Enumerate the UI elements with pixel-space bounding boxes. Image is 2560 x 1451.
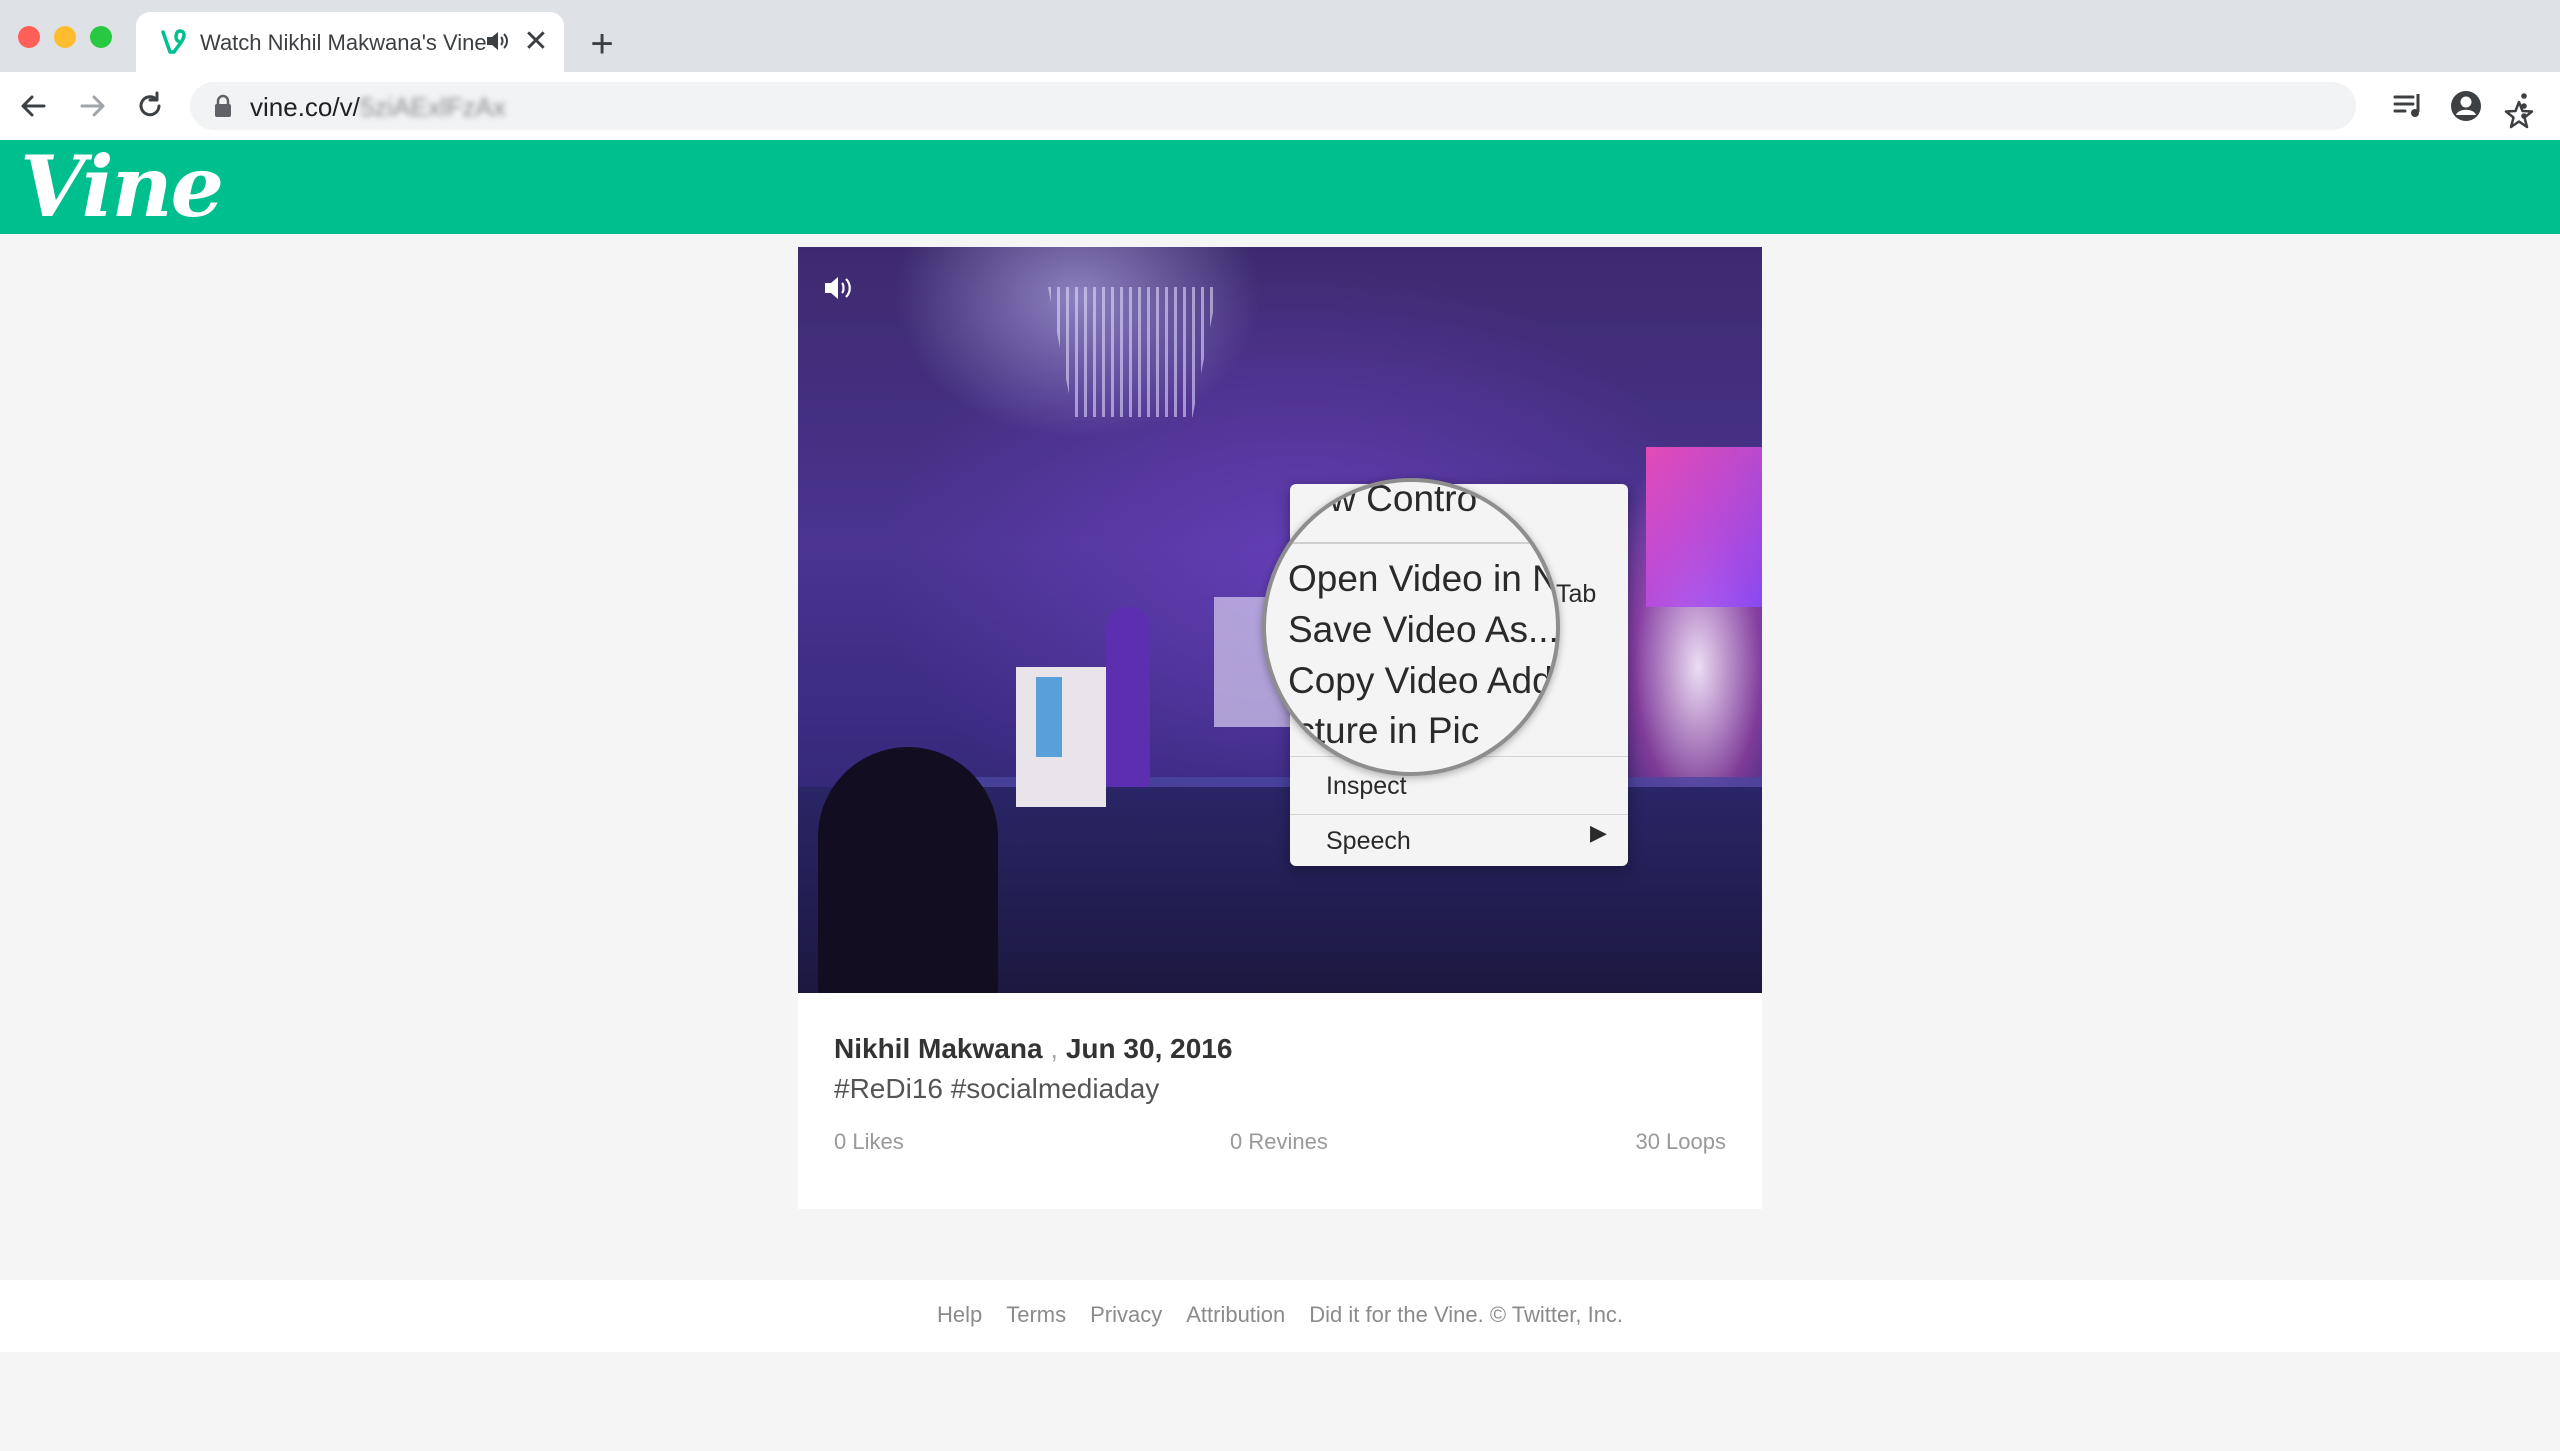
media-queue-icon[interactable]	[2390, 88, 2426, 124]
post-date: Jun 30, 2016	[1065, 1033, 1233, 1064]
url-redacted-id: 5ziAExlFzAx	[359, 92, 506, 122]
footer-link-privacy[interactable]: Privacy	[1090, 1302, 1162, 1327]
footer-credit: Did it for the Vine. © Twitter, Inc.	[1309, 1302, 1624, 1327]
author-name[interactable]: Nikhil Makwana	[834, 1033, 1043, 1064]
video-scene-podium-sign	[1036, 677, 1062, 757]
vine-logo[interactable]: Vine	[20, 140, 224, 234]
back-arrow-icon[interactable]	[16, 88, 52, 124]
menu-separator	[1290, 814, 1628, 815]
more-menu-icon[interactable]	[2506, 88, 2542, 124]
forward-arrow-icon[interactable]	[74, 88, 110, 124]
browser-tab[interactable]: Watch Nikhil Makwana's Vine ✕	[136, 12, 564, 72]
menu-item-show-controls[interactable]: how Contro	[1288, 482, 1477, 520]
footer-links: Help Terms Privacy Attribution Did it for th…	[0, 1302, 2560, 1328]
tab-title: Watch Nikhil Makwana's Vine	[200, 30, 487, 55]
zoom-window-button[interactable]	[90, 26, 112, 48]
revines-count[interactable]: 0 Revines	[1230, 1129, 1328, 1155]
menu-item-picture-in-picture[interactable]: icture in Pic	[1288, 710, 1479, 752]
menu-item-open-video-new-tab[interactable]: Open Video in N	[1288, 558, 1556, 600]
footer-link-attribution[interactable]: Attribution	[1186, 1302, 1285, 1327]
video-scene-chandelier	[1048, 287, 1218, 417]
menu-item-save-video-as[interactable]: Save Video As...	[1288, 609, 1556, 651]
speaker-icon[interactable]	[484, 28, 510, 54]
address-bar[interactable]: vine.co/v/5ziAExlFzAx	[190, 82, 2534, 130]
close-window-button[interactable]	[18, 26, 40, 48]
url-text: vine.co/v/5ziAExlFzAx	[250, 92, 506, 123]
video-scene-speaker	[1106, 607, 1150, 787]
minimize-window-button[interactable]	[54, 26, 76, 48]
close-tab-icon[interactable]: ✕	[520, 26, 552, 58]
menu-item-open-new-tab-fragment[interactable]: Tab	[1556, 580, 1596, 609]
reload-icon[interactable]	[132, 88, 168, 124]
magnifier-overlay: how Contro Open Video in N Save Video As…	[1262, 478, 1560, 776]
footer-link-terms[interactable]: Terms	[1006, 1302, 1066, 1327]
loops-count: 30 Loops	[1635, 1129, 1726, 1154]
post-caption[interactable]: #ReDi16 #socialmediaday	[834, 1073, 1159, 1105]
menu-item-inspect[interactable]: Inspect	[1326, 772, 1407, 801]
menu-item-speech[interactable]: Speech	[1326, 827, 1411, 856]
byline-separator: ,	[1042, 1033, 1066, 1064]
volume-icon[interactable]	[822, 273, 856, 303]
submenu-arrow-icon: ▶	[1590, 820, 1607, 845]
profile-avatar-icon[interactable]	[2448, 88, 2484, 124]
lock-icon[interactable]	[212, 94, 234, 118]
footer-link-help[interactable]: Help	[937, 1302, 982, 1327]
site-header: Vine	[0, 140, 2560, 234]
url-prefix: vine.co/v/	[250, 92, 360, 122]
likes-count[interactable]: 0 Likes	[834, 1129, 904, 1155]
menu-item-copy-video-address[interactable]: Copy Video Add	[1288, 660, 1553, 702]
post-byline: Nikhil Makwana , Jun 30, 2016	[834, 1033, 1232, 1065]
new-tab-button[interactable]: +	[582, 24, 622, 64]
tab-strip: Watch Nikhil Makwana's Vine ✕ +	[0, 0, 2560, 72]
video-scene-audience	[818, 747, 998, 993]
vine-favicon-icon	[161, 29, 186, 54]
toolbar: vine.co/v/5ziAExlFzAx	[0, 72, 2560, 141]
menu-separator	[1266, 542, 1556, 544]
video-scene-light	[1646, 447, 1762, 607]
site-footer: Help Terms Privacy Attribution Did it for th…	[0, 1280, 2560, 1352]
post-info-card: Nikhil Makwana , Jun 30, 2016 #ReDi16 #s…	[798, 993, 1762, 1209]
